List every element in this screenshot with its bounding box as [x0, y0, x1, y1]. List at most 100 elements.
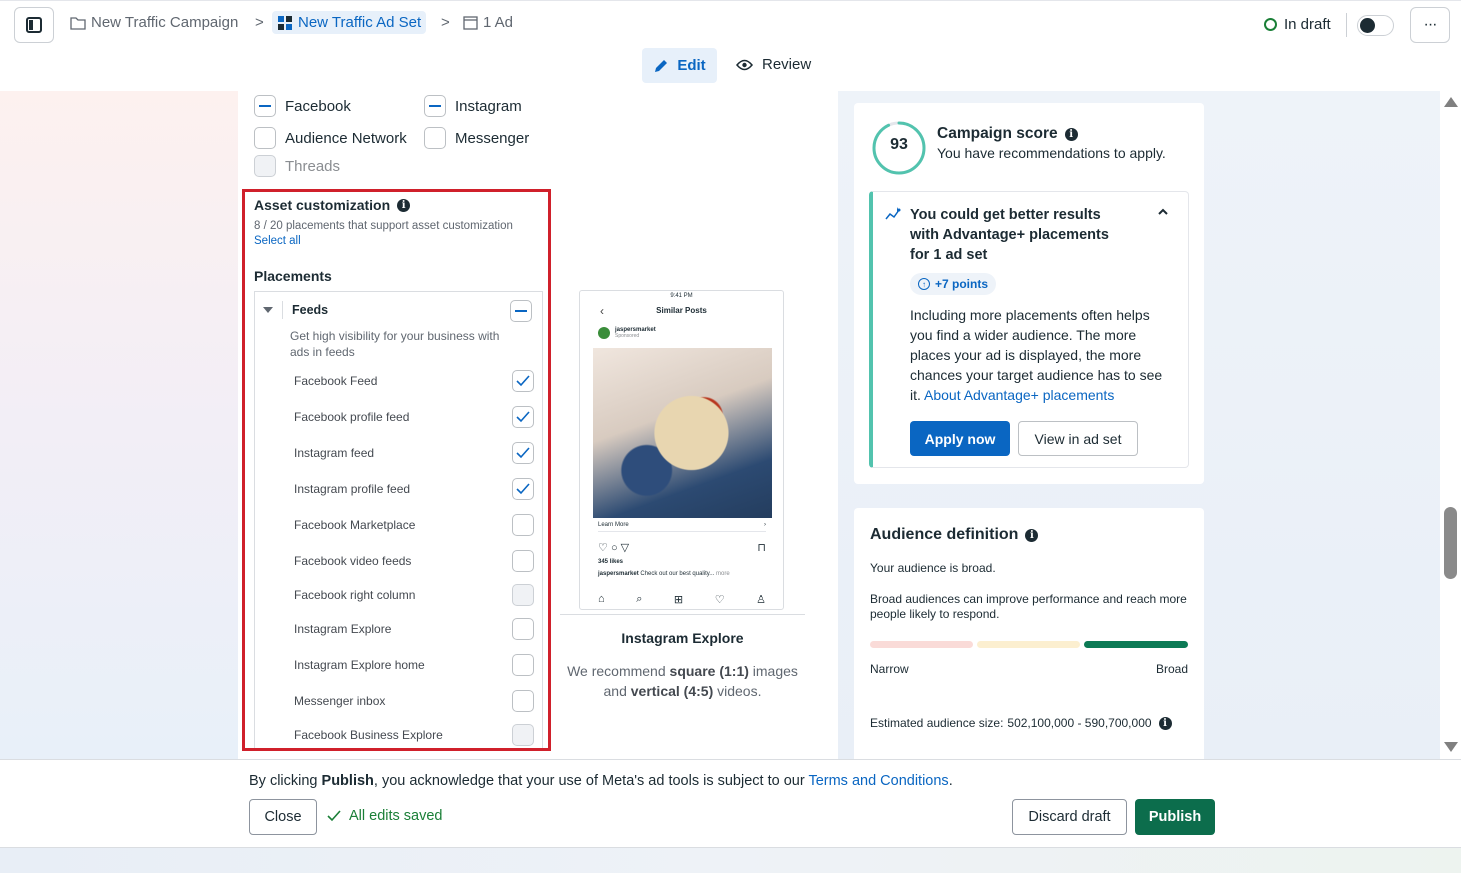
bookmark-icon: ⊓	[757, 542, 766, 554]
platform-messenger-checkbox[interactable]	[424, 127, 446, 149]
platform-instagram-label: Instagram	[455, 97, 522, 115]
scrollbar-thumb[interactable]	[1444, 507, 1457, 579]
save-status: All edits saved	[327, 808, 443, 824]
estimated-audience-value: 502,100,000 - 590,700,000	[1007, 716, 1152, 730]
save-status-label: All edits saved	[349, 808, 443, 824]
preview-rec-vertical: vertical (4:5)	[630, 683, 714, 699]
about-advantage-link[interactable]: About Advantage+ placements	[924, 387, 1114, 403]
platform-audience-network[interactable]: Audience Network	[254, 127, 407, 149]
ad-window-icon	[463, 15, 478, 30]
divider	[560, 614, 805, 615]
platform-instagram[interactable]: Instagram	[424, 95, 522, 117]
home-icon: ⌂	[598, 593, 605, 605]
audience-meter-mid	[977, 641, 1080, 648]
phone-nav: ⌂ ⌕ ⊞ ♡ ♙	[598, 593, 766, 606]
phone-account: jaspersmarket Sponsored	[598, 327, 656, 339]
phone-caption: jaspersmarket Check out our best quality…	[598, 571, 730, 577]
platform-threads-checkbox	[254, 155, 276, 177]
chevron-right-icon: ›	[764, 522, 766, 528]
phone-likes: 345 likes	[598, 559, 624, 565]
platform-facebook[interactable]: Facebook	[254, 95, 351, 117]
avatar	[598, 327, 610, 339]
apply-now-button[interactable]: Apply now	[910, 421, 1010, 456]
more-options-button[interactable]: ···	[1410, 7, 1450, 43]
asset-customization-highlight	[242, 189, 551, 751]
phone-status-bar: 9:41 PM	[670, 293, 693, 299]
platform-threads: Threads	[254, 155, 340, 177]
campaign-score-subtitle: You have recommendations to apply.	[937, 145, 1166, 161]
phone-sponsored: Sponsored	[615, 333, 640, 339]
breadcrumb-ad-set-label: New Traffic Ad Set	[298, 14, 422, 31]
phone-learn-more: Learn More ›	[598, 522, 766, 532]
breadcrumb-campaign[interactable]: New Traffic Campaign	[70, 14, 238, 31]
estimated-audience-label: Estimated audience size:	[870, 716, 1004, 730]
scroll-up-arrow-icon[interactable]	[1444, 97, 1458, 107]
platform-messenger-label: Messenger	[455, 129, 530, 147]
legal-suffix: .	[948, 773, 953, 789]
pencil-icon	[653, 58, 669, 74]
draft-status: In draft	[1264, 16, 1331, 33]
info-icon[interactable]: i	[1064, 127, 1078, 141]
heart-icon: ♡	[714, 594, 725, 606]
draft-status-label: In draft	[1284, 16, 1331, 33]
phone-caption-more: more	[715, 571, 730, 577]
ad-image	[593, 348, 772, 518]
phone-title: Similar Posts	[656, 306, 707, 315]
audience-definition-title-text: Audience definition	[870, 526, 1019, 543]
breadcrumb-separator: >	[255, 14, 264, 31]
breadcrumb-ad[interactable]: 1 Ad	[463, 14, 513, 31]
platform-threads-label: Threads	[285, 157, 341, 175]
breadcrumb-ad-set[interactable]: New Traffic Ad Set	[272, 11, 427, 34]
breadcrumb-ad-label: 1 Ad	[483, 14, 514, 31]
platform-audience-network-label: Audience Network	[285, 129, 407, 147]
platform-facebook-checkbox[interactable]	[254, 95, 276, 117]
share-icon: ▽	[620, 542, 630, 554]
tab-review[interactable]: Review	[736, 56, 811, 73]
tab-edit-label: Edit	[677, 57, 706, 74]
draft-status-icon	[1264, 18, 1277, 31]
info-icon[interactable]: i	[1158, 716, 1172, 730]
audience-narrow-label: Narrow	[870, 662, 909, 676]
sidebar-toggle-button[interactable]	[14, 7, 54, 43]
draft-toggle[interactable]	[1357, 15, 1394, 36]
campaign-score-value: 93	[890, 136, 908, 153]
audience-broad-label: Broad	[1156, 662, 1189, 676]
breadcrumb-campaign-label: New Traffic Campaign	[91, 14, 239, 31]
recommendation-body: Including more placements often helps yo…	[910, 305, 1172, 405]
preview-rec-prefix: We recommend	[567, 663, 670, 679]
publish-button[interactable]: Publish	[1135, 799, 1215, 835]
legal-prefix: By clicking	[249, 773, 322, 789]
top-bar: New Traffic Campaign > New Traffic Ad Se…	[0, 0, 1461, 48]
preview-placement-name: Instagram Explore	[621, 630, 744, 646]
phone-caption-user: jaspersmarket	[598, 571, 639, 577]
close-button[interactable]: Close	[249, 799, 317, 835]
platform-facebook-label: Facebook	[285, 97, 351, 115]
sidebar-panel-icon	[26, 17, 42, 33]
audience-definition-title: Audience definition i	[870, 526, 1039, 544]
page-background-left	[0, 91, 238, 759]
preview-rec-square: square (1:1)	[669, 663, 749, 679]
scrollbar[interactable]	[1440, 91, 1461, 759]
platform-instagram-checkbox[interactable]	[424, 95, 446, 117]
platform-messenger[interactable]: Messenger	[424, 127, 529, 149]
folder-icon	[70, 16, 86, 30]
terms-link[interactable]: Terms and Conditions	[808, 773, 948, 789]
platform-audience-network-checkbox[interactable]	[254, 127, 276, 149]
preview-rec-suffix: videos.	[713, 683, 762, 699]
chevron-up-icon[interactable]	[1156, 205, 1170, 224]
more-icon: ···	[1423, 16, 1438, 33]
discard-draft-button[interactable]: Discard draft	[1012, 799, 1127, 835]
campaign-score-title: Campaign score i	[937, 125, 1078, 143]
campaign-score-title-text: Campaign score	[937, 125, 1058, 142]
add-icon: ⊞	[673, 594, 684, 606]
heart-icon: ♡	[598, 542, 608, 554]
view-in-ad-set-button[interactable]: View in ad set	[1018, 421, 1138, 456]
tab-edit[interactable]: Edit	[642, 48, 717, 83]
divider	[1346, 13, 1347, 37]
profile-icon: ♙	[756, 594, 766, 606]
ad-preview-phone: 9:41 PM ‹ Similar Posts jaspersmarket Sp…	[579, 290, 784, 610]
audience-meter-broad	[1084, 641, 1188, 648]
info-icon[interactable]: i	[1025, 528, 1039, 542]
scroll-down-arrow-icon[interactable]	[1444, 742, 1458, 752]
preview-recommendation: We recommend square (1:1) images and ver…	[560, 661, 805, 701]
